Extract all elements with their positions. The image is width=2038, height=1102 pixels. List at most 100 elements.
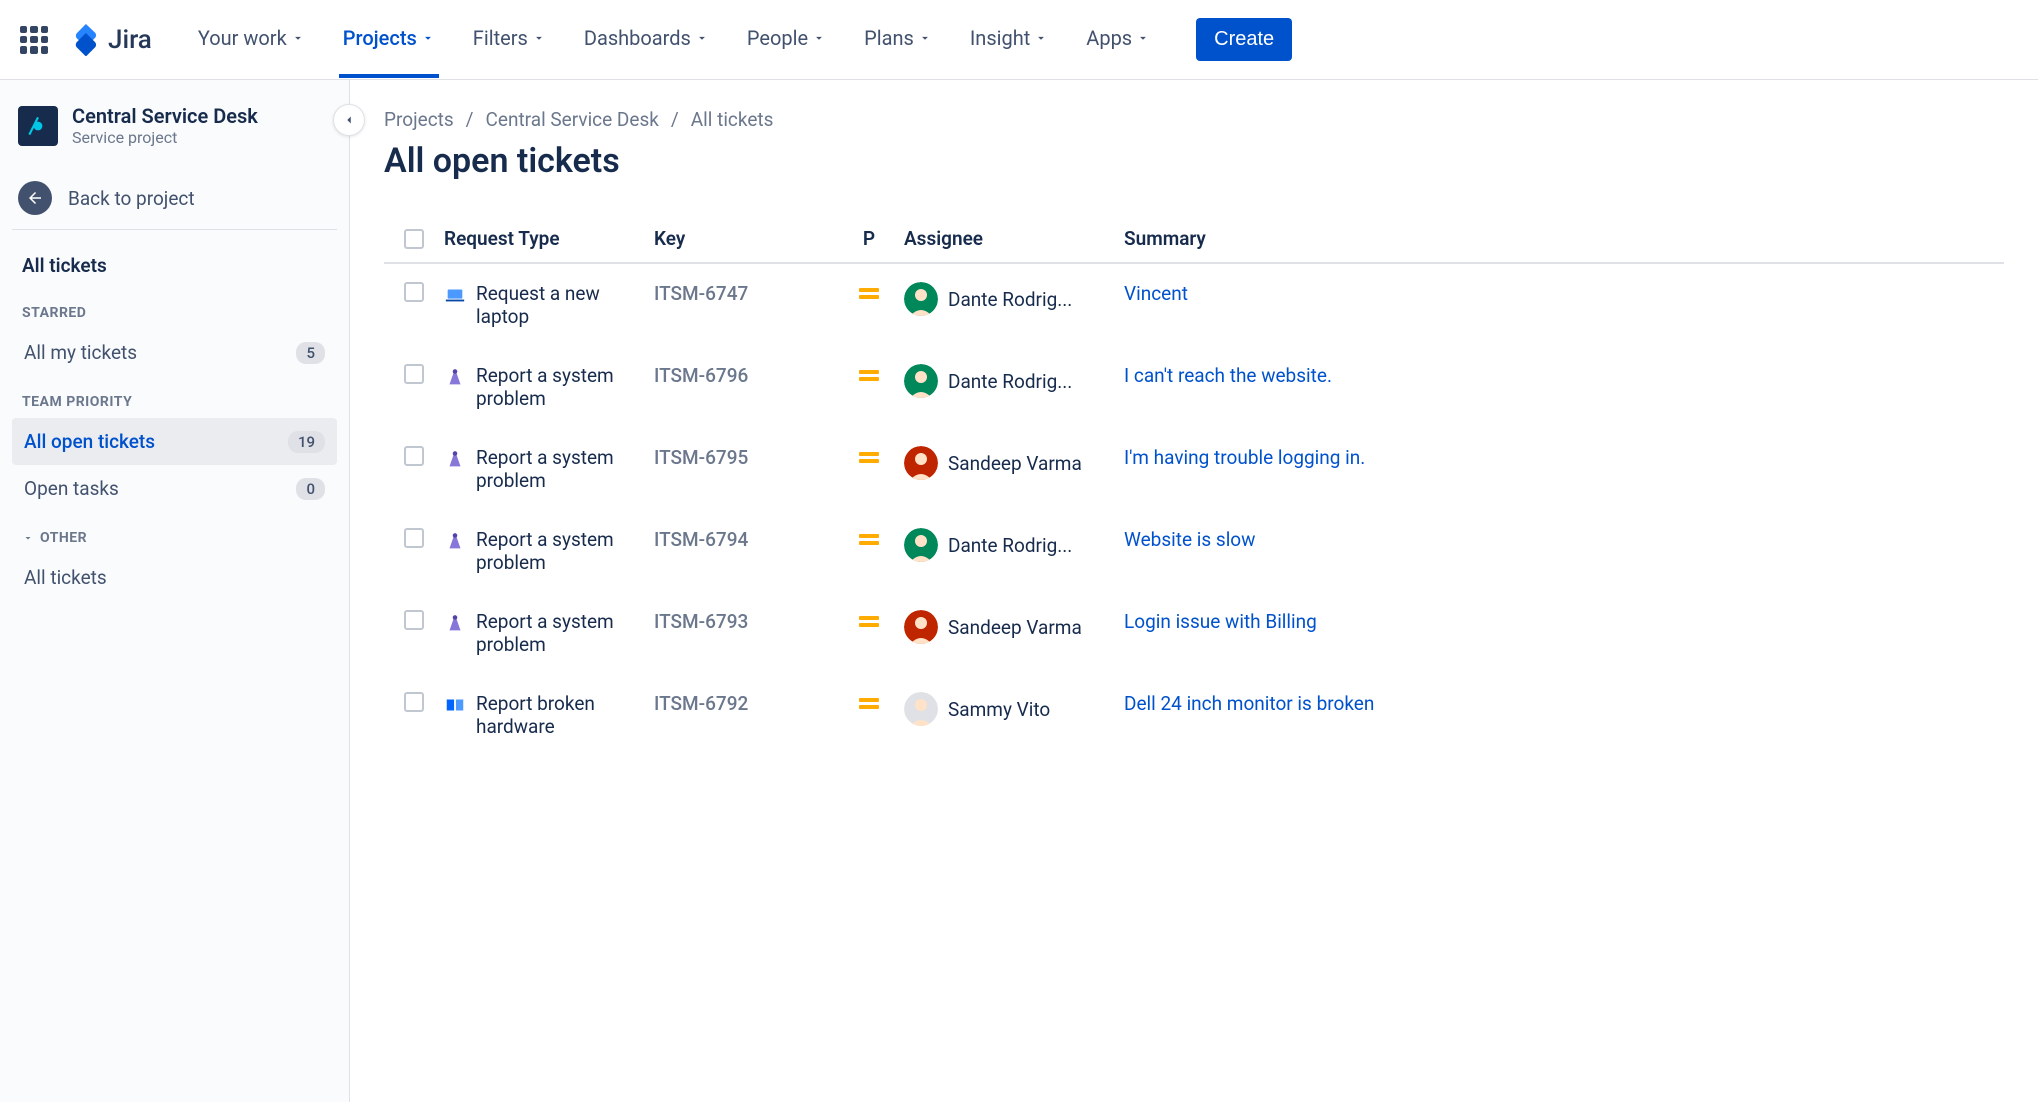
nav-apps[interactable]: Apps — [1082, 2, 1154, 78]
assignee-cell[interactable]: Dante Rodrig... — [904, 528, 1124, 562]
sidebar-item-open-tasks[interactable]: Open tasks 0 — [12, 465, 337, 512]
request-type-cell[interactable]: Report a system problem — [444, 610, 654, 656]
table-row: Report a system problem ITSM-6793 Sandee… — [384, 592, 2004, 674]
chevron-down-icon — [812, 31, 826, 45]
chevron-down-icon — [421, 31, 435, 45]
table-row: Report broken hardware ITSM-6792 Sammy V… — [384, 674, 2004, 756]
nav-items: Your work Projects Filters Dashboards Pe… — [194, 2, 1154, 78]
priority-cell — [834, 528, 904, 551]
table-row: Report a system problem ITSM-6794 Dante … — [384, 510, 2004, 592]
assignee-name: Dante Rodrig... — [948, 534, 1072, 557]
project-subtitle: Service project — [72, 128, 258, 147]
sidebar-item-all-tickets[interactable]: All tickets — [12, 554, 337, 601]
chevron-down-icon — [291, 31, 305, 45]
sidebar-item-label: All open tickets — [24, 430, 155, 453]
assignee-cell[interactable]: Sandeep Varma — [904, 446, 1124, 480]
row-checkbox[interactable] — [404, 364, 424, 384]
arrow-left-icon — [18, 181, 52, 215]
nav-insight[interactable]: Insight — [966, 2, 1052, 78]
request-type-label: Report a system problem — [476, 446, 654, 492]
col-priority[interactable]: P — [834, 227, 904, 250]
top-nav: Jira Your work Projects Filters Dashboar… — [0, 0, 2038, 80]
request-type-label: Report broken hardware — [476, 692, 654, 738]
chevron-down-icon — [22, 532, 34, 544]
select-all-checkbox[interactable] — [404, 229, 424, 249]
request-type-cell[interactable]: Request a new laptop — [444, 282, 654, 328]
col-request-type[interactable]: Request Type — [444, 227, 654, 250]
avatar — [904, 692, 938, 726]
project-header[interactable]: Central Service Desk Service project — [12, 104, 337, 167]
ticket-key[interactable]: ITSM-6792 — [654, 692, 834, 715]
chevron-down-icon — [1034, 31, 1048, 45]
summary-link[interactable]: Website is slow — [1124, 528, 2004, 551]
tickets-table: Request Type Key P Assignee Summary Requ… — [384, 215, 2004, 756]
priority-cell — [834, 610, 904, 633]
back-to-project[interactable]: Back to project — [12, 167, 337, 230]
breadcrumb-projects[interactable]: Projects — [384, 108, 454, 131]
request-type-cell[interactable]: Report broken hardware — [444, 692, 654, 738]
brand-text: Jira — [108, 25, 152, 55]
ticket-key[interactable]: ITSM-6793 — [654, 610, 834, 633]
breadcrumb-project[interactable]: Central Service Desk — [486, 108, 659, 131]
ticket-key[interactable]: ITSM-6747 — [654, 282, 834, 305]
ticket-key[interactable]: ITSM-6796 — [654, 364, 834, 387]
nav-filters[interactable]: Filters — [469, 2, 550, 78]
nav-plans[interactable]: Plans — [860, 2, 936, 78]
collapse-sidebar-button[interactable] — [333, 104, 365, 136]
priority-medium-icon — [859, 698, 879, 710]
summary-link[interactable]: Vincent — [1124, 282, 2004, 305]
priority-medium-icon — [859, 288, 879, 300]
count-badge: 19 — [288, 431, 325, 453]
chevron-down-icon — [918, 31, 932, 45]
assignee-cell[interactable]: Dante Rodrig... — [904, 364, 1124, 398]
section-other[interactable]: OTHER — [12, 512, 337, 554]
project-title: Central Service Desk — [72, 104, 258, 128]
col-summary[interactable]: Summary — [1124, 227, 2004, 250]
app-switcher-icon[interactable] — [20, 26, 48, 54]
sidebar-heading: All tickets — [12, 244, 337, 287]
nav-projects[interactable]: Projects — [339, 2, 439, 78]
summary-link[interactable]: I'm having trouble logging in. — [1124, 446, 2004, 469]
create-button[interactable]: Create — [1196, 18, 1292, 61]
request-type-cell[interactable]: Report a system problem — [444, 364, 654, 410]
count-badge: 5 — [296, 342, 325, 364]
ticket-key[interactable]: ITSM-6794 — [654, 528, 834, 551]
summary-link[interactable]: Dell 24 inch monitor is broken — [1124, 692, 2004, 715]
col-assignee[interactable]: Assignee — [904, 227, 1124, 250]
row-checkbox[interactable] — [404, 610, 424, 630]
sidebar-item-all-my-tickets[interactable]: All my tickets 5 — [12, 329, 337, 376]
row-checkbox[interactable] — [404, 282, 424, 302]
nav-your-work[interactable]: Your work — [194, 2, 309, 78]
system-icon — [444, 366, 466, 388]
ticket-key[interactable]: ITSM-6795 — [654, 446, 834, 469]
row-checkbox[interactable] — [404, 528, 424, 548]
nav-dashboards[interactable]: Dashboards — [580, 2, 713, 78]
nav-people[interactable]: People — [743, 2, 830, 78]
jira-logo[interactable]: Jira — [70, 24, 152, 56]
request-type-cell[interactable]: Report a system problem — [444, 446, 654, 492]
section-starred: STARRED — [12, 287, 337, 329]
assignee-name: Sandeep Varma — [948, 452, 1082, 475]
priority-cell — [834, 282, 904, 305]
breadcrumb-current[interactable]: All tickets — [691, 108, 774, 131]
request-type-cell[interactable]: Report a system problem — [444, 528, 654, 574]
assignee-name: Sammy Vito — [948, 698, 1050, 721]
sidebar-item-all-open-tickets[interactable]: All open tickets 19 — [12, 418, 337, 465]
main-content: Projects / Central Service Desk / All ti… — [350, 80, 2038, 1102]
assignee-cell[interactable]: Dante Rodrig... — [904, 282, 1124, 316]
sidebar-item-label: All tickets — [24, 566, 107, 589]
sidebar-item-label: All my tickets — [24, 341, 137, 364]
priority-cell — [834, 692, 904, 715]
assignee-name: Sandeep Varma — [948, 616, 1082, 639]
row-checkbox[interactable] — [404, 446, 424, 466]
summary-link[interactable]: Login issue with Billing — [1124, 610, 2004, 633]
request-type-label: Report a system problem — [476, 364, 654, 410]
assignee-cell[interactable]: Sammy Vito — [904, 692, 1124, 726]
priority-medium-icon — [859, 534, 879, 546]
priority-cell — [834, 364, 904, 387]
system-icon — [444, 530, 466, 552]
row-checkbox[interactable] — [404, 692, 424, 712]
col-key[interactable]: Key — [654, 227, 834, 250]
summary-link[interactable]: I can't reach the website. — [1124, 364, 2004, 387]
assignee-cell[interactable]: Sandeep Varma — [904, 610, 1124, 644]
